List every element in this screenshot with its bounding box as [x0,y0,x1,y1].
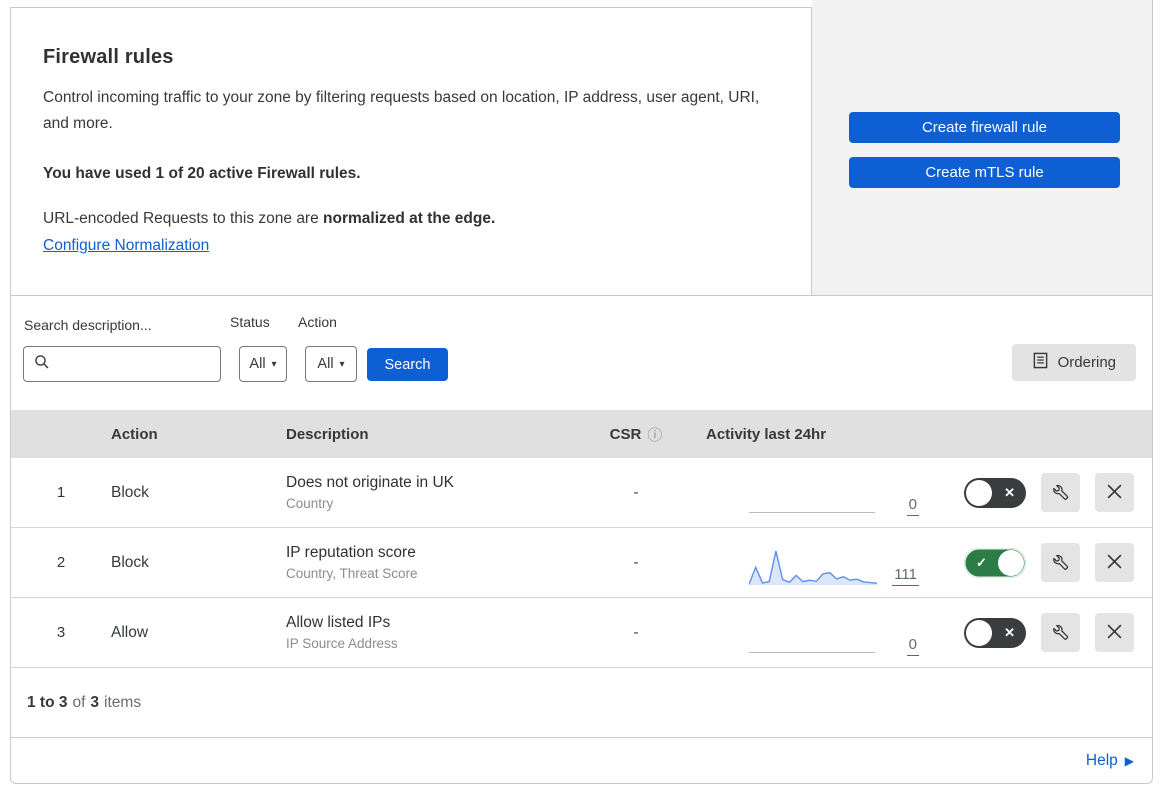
wrench-icon [1051,482,1070,504]
status-label: Status [230,314,270,330]
create-firewall-rule-button[interactable]: Create firewall rule [849,112,1120,143]
toggle-state-icon: ✕ [1004,484,1015,500]
search-icon [34,354,50,375]
rule-enabled-toggle[interactable]: ✕ [964,477,1026,508]
rule-controls: ✕ [941,613,1152,652]
pagination-items: items [104,693,142,711]
rule-action: Allow [111,623,149,641]
close-icon [1106,623,1123,643]
rule-description: Allow listed IPs [286,614,391,631]
page-description: Control incoming traffic to your zone by… [43,89,760,132]
rule-priority: 3 [56,624,66,641]
rule-enabled-toggle[interactable]: ✓ [964,547,1026,578]
rule-description-cell: Allow listed IPs IP Source Address [286,614,581,651]
toggle-knob [998,549,1024,576]
search-input-field[interactable] [58,356,208,372]
create-mtls-rule-button[interactable]: Create mTLS rule [849,157,1120,188]
rule-enabled-toggle[interactable]: ✕ [964,617,1026,648]
delete-rule-button[interactable] [1095,613,1134,652]
rule-activity-cell: 111 [691,537,941,589]
wrench-icon [1051,622,1070,644]
chevron-down-icon: ▾ [339,358,345,370]
activity-sparkline [749,549,879,589]
normalization-note: URL-encoded Requests to this zone are no… [43,210,771,228]
activity-count-link[interactable]: 111 [892,566,919,586]
normalization-text: URL-encoded Requests to this zone are [43,210,324,227]
help-link-label: Help [1085,752,1118,769]
search-input[interactable] [23,346,221,382]
rule-description-cell: IP reputation score Country, Threat Scor… [286,544,581,581]
rule-description: Does not originate in UK [286,474,455,491]
rule-criteria: IP Source Address [286,636,398,651]
rule-activity-cell: 0 [691,607,941,659]
rule-action: Block [111,553,149,571]
rule-description-cell: Does not originate in UK Country [286,474,581,511]
rule-priority: 2 [56,554,66,571]
delete-rule-button[interactable] [1095,543,1134,582]
info-icon[interactable]: ⓘ [647,424,662,445]
pagination-total: 3 [90,693,100,711]
status-dropdown[interactable]: All ▾ [239,346,287,382]
table-row: 1 Block Does not originate in UK Country… [11,458,1152,528]
rule-description: IP reputation score [286,544,416,561]
rule-csr: - [633,624,639,641]
chevron-down-icon: ▾ [271,358,277,370]
edit-rule-button[interactable] [1041,613,1080,652]
search-label: Search description... [24,317,152,333]
firewall-rules-page: Firewall rules Control incoming traffic … [0,0,1161,791]
help-bar: Help ▶ [11,738,1152,784]
rule-csr: - [633,554,639,571]
configure-normalization-link[interactable]: Configure Normalization [43,237,209,255]
column-header-action: Action [111,425,158,443]
action-dropdown[interactable]: All ▾ [305,346,357,382]
rule-action: Block [111,483,149,501]
rules-list-card: Search description... Status Action All … [10,295,1153,784]
activity-sparkline-empty [749,479,879,519]
header-card: Firewall rules Control incoming traffic … [10,7,812,295]
help-link[interactable]: Help ▶ [1086,752,1134,770]
table-row: 2 Block IP reputation score Country, Thr… [11,528,1152,598]
rule-controls: ✓ [941,543,1152,582]
table-row: 3 Allow Allow listed IPs IP Source Addre… [11,598,1152,668]
ordering-button-label: Ordering [1057,354,1116,371]
pagination-summary: 1 to 3 of 3 items [11,668,1152,738]
rule-controls: ✕ [941,473,1152,512]
arrow-right-icon: ▶ [1124,754,1134,768]
page-title: Firewall rules [43,46,174,68]
action-label: Action [298,314,337,330]
column-header-csr: CSR ⓘ [609,424,663,445]
normalization-bold: normalized at the edge. [323,210,496,227]
usage-summary: You have used 1 of 20 active Firewall ru… [43,165,361,182]
wrench-icon [1051,552,1070,574]
ordering-button[interactable]: Ordering [1011,344,1136,381]
close-icon [1106,553,1123,573]
activity-count-link[interactable]: 0 [906,496,919,516]
pagination-range: 1 to 3 [27,693,68,711]
edit-rule-button[interactable] [1041,473,1080,512]
toggle-state-icon: ✕ [1004,624,1015,640]
rule-criteria: Country, Threat Score [286,566,418,581]
status-dropdown-value: All [249,356,266,372]
activity-sparkline-empty [749,619,879,659]
column-header-activity: Activity last 24hr [706,425,827,443]
close-icon [1106,483,1123,503]
toggle-knob [966,619,992,646]
filter-bar: Search description... Status Action All … [11,296,1152,410]
activity-count-link[interactable]: 0 [906,636,919,656]
rule-csr: - [633,484,639,501]
rule-criteria: Country [286,496,334,511]
toggle-knob [966,479,992,506]
search-button[interactable]: Search [367,348,448,381]
ordering-list-icon [1032,352,1049,373]
action-dropdown-value: All [317,356,334,372]
column-header-description: Description [286,425,369,443]
toggle-state-icon: ✓ [976,554,987,570]
rule-activity-cell: 0 [691,467,941,519]
actions-panel: Create firewall rule Create mTLS rule [812,0,1153,295]
rule-priority: 1 [56,484,66,501]
delete-rule-button[interactable] [1095,473,1134,512]
pagination-of: of [72,693,86,711]
edit-rule-button[interactable] [1041,543,1080,582]
table-header: Action Description CSR ⓘ Activity last 2… [11,410,1152,458]
